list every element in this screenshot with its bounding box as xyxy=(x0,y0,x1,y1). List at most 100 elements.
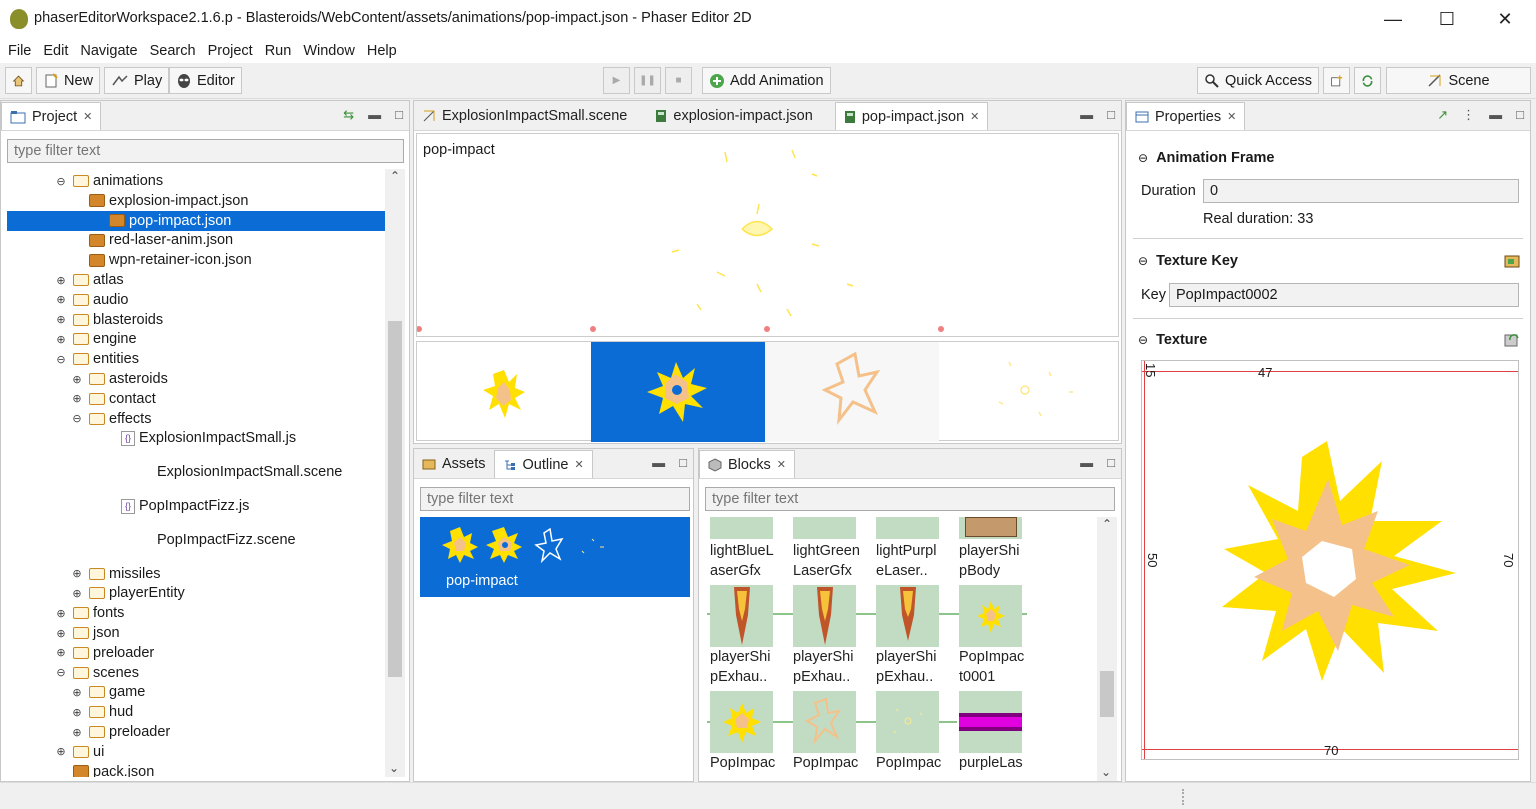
frame-thumbnail[interactable] xyxy=(939,342,1119,442)
minimize-pane-icon[interactable]: ▬ xyxy=(1080,107,1093,122)
section-texture-key[interactable]: ⊖ Texture Key xyxy=(1138,253,1238,269)
expand-icon[interactable]: ⊕ xyxy=(55,646,67,659)
maximize-pane-icon[interactable]: □ xyxy=(395,107,403,123)
maximize-pane-icon[interactable]: □ xyxy=(1107,455,1115,470)
tree-item[interactable]: ⊖ animations xyxy=(55,171,163,191)
collapse-icon[interactable]: ⊖ xyxy=(1138,151,1148,165)
scroll-up-icon[interactable]: ⌃ xyxy=(1097,517,1117,531)
tab-project[interactable]: Project ✕ xyxy=(1,102,102,130)
collapse-icon[interactable]: ⊖ xyxy=(55,353,67,366)
section-texture[interactable]: ⊖ Texture xyxy=(1138,332,1207,348)
quick-access-button[interactable]: Quick Access xyxy=(1197,67,1320,94)
menu-help[interactable]: Help xyxy=(367,43,397,59)
frame-thumbnail[interactable] xyxy=(417,342,591,442)
frame-thumbnail-selected[interactable] xyxy=(591,342,765,442)
expand-icon[interactable]: ⊕ xyxy=(71,587,83,600)
blocks-scrollbar[interactable]: ⌃ ⌄ xyxy=(1097,517,1117,781)
block-item[interactable]: PopImpac xyxy=(793,691,858,773)
tab-pop-impact-json[interactable]: pop-impact.json ✕ xyxy=(834,102,989,130)
tree-item[interactable]: ⊕ json xyxy=(55,623,119,643)
project-filter-input[interactable] xyxy=(7,139,404,163)
block-item[interactable]: lightGreenLaserGfx xyxy=(793,517,860,581)
menu-file[interactable]: File xyxy=(8,43,31,59)
tab-blocks[interactable]: Blocks ✕ xyxy=(699,450,795,478)
expand-icon[interactable]: ⊕ xyxy=(55,333,67,346)
expand-icon[interactable]: ⊕ xyxy=(71,706,83,719)
tree-item[interactable]: ⊕ contact xyxy=(71,389,155,409)
minimize-icon[interactable]: — xyxy=(1370,4,1416,34)
section-animation-frame[interactable]: ⊖ Animation Frame xyxy=(1138,150,1275,166)
tree-item[interactable]: ⊕ engine xyxy=(55,329,136,349)
frame-thumbnail[interactable] xyxy=(765,342,939,442)
scene-perspective-button[interactable]: Scene xyxy=(1386,67,1531,94)
anim-stop-button[interactable]: ■ xyxy=(665,67,692,94)
tree-item[interactable]: pop-impact.json xyxy=(7,210,385,231)
tree-item[interactable]: ⊕ missiles xyxy=(71,564,160,584)
close-tab-icon[interactable]: ✕ xyxy=(1227,110,1236,123)
tree-item[interactable]: {} PopImpactFizz.js xyxy=(103,496,249,516)
minimize-pane-icon[interactable]: ▬ xyxy=(1489,107,1502,123)
close-tab-icon[interactable]: ✕ xyxy=(83,110,92,123)
maximize-pane-icon[interactable]: □ xyxy=(1107,107,1115,122)
expand-icon[interactable]: ⊕ xyxy=(55,313,67,326)
view-menu-icon[interactable]: ⋮ xyxy=(1462,107,1475,123)
tree-item[interactable]: ⊕ fonts xyxy=(55,603,124,623)
close-tab-icon[interactable]: ✕ xyxy=(970,110,979,123)
texture-picker-icon[interactable] xyxy=(1504,254,1520,268)
play-button[interactable]: Play xyxy=(104,67,170,94)
scroll-thumb[interactable] xyxy=(1100,671,1114,717)
home-button[interactable] xyxy=(5,67,32,94)
tree-item[interactable]: ⊕ atlas xyxy=(55,270,123,290)
close-icon[interactable]: ✕ xyxy=(1482,4,1528,34)
collapse-icon[interactable]: ⊖ xyxy=(55,175,67,188)
expand-icon[interactable]: ⊕ xyxy=(55,627,67,640)
block-item[interactable]: purpleLas xyxy=(959,691,1023,773)
scroll-thumb[interactable] xyxy=(388,321,402,677)
key-input[interactable]: PopImpact0002 xyxy=(1169,283,1519,307)
scroll-down-icon[interactable]: ⌄ xyxy=(389,761,399,775)
collapse-icon[interactable]: ⊖ xyxy=(71,412,83,425)
tree-item[interactable]: ExplosionImpactSmall.scene xyxy=(157,462,342,482)
menu-project[interactable]: Project xyxy=(208,43,253,59)
tree-item[interactable]: ⊕ game xyxy=(71,682,145,702)
expand-icon[interactable]: ⊕ xyxy=(71,373,83,386)
expand-icon[interactable]: ⊕ xyxy=(71,567,83,580)
scroll-up-icon[interactable]: ⌃ xyxy=(385,169,405,183)
open-perspective-button[interactable] xyxy=(1323,67,1350,94)
tree-item[interactable]: ⊖ entities xyxy=(55,349,139,369)
tab-properties[interactable]: Properties ✕ xyxy=(1126,102,1246,130)
tree-item[interactable]: ⊖ effects xyxy=(71,409,151,429)
tree-item[interactable]: red-laser-anim.json xyxy=(71,230,233,250)
tree-item[interactable]: ⊕ hud xyxy=(71,702,133,722)
maximize-icon[interactable]: ☐ xyxy=(1424,4,1470,34)
minimize-pane-icon[interactable]: ▬ xyxy=(1080,455,1093,470)
block-item[interactable]: playerShipExhau.. xyxy=(876,585,939,687)
tree-item[interactable]: ⊕ audio xyxy=(55,290,128,310)
tree-item[interactable]: ⊕ playerEntity xyxy=(71,583,184,603)
add-animation-button[interactable]: Add Animation xyxy=(702,67,831,94)
block-item[interactable]: lightPurpleLaser.. xyxy=(876,517,939,581)
block-item[interactable]: lightBlueLaserGfx xyxy=(710,517,774,581)
block-item[interactable]: PopImpac xyxy=(710,691,775,773)
collapse-icon[interactable]: ⊖ xyxy=(55,666,67,679)
expand-icon[interactable]: ⊕ xyxy=(55,607,67,620)
minimize-pane-icon[interactable]: ▬ xyxy=(652,455,665,470)
menu-navigate[interactable]: Navigate xyxy=(80,43,137,59)
tree-item[interactable]: ⊕ blasteroids xyxy=(55,310,163,330)
tree-item[interactable]: ⊕ ui xyxy=(55,742,104,762)
new-button[interactable]: New xyxy=(36,67,101,94)
texture-preview[interactable]: 47 15 50 70 70 xyxy=(1141,360,1519,760)
tree-item[interactable]: ⊕ preloader xyxy=(55,643,154,663)
sync-button[interactable] xyxy=(1354,67,1381,94)
tree-item[interactable]: pack.json xyxy=(55,762,154,777)
expand-icon[interactable]: ⊕ xyxy=(71,392,83,405)
collapse-icon[interactable]: ⊖ xyxy=(1138,333,1148,347)
tree-item[interactable]: wpn-retainer-icon.json xyxy=(71,250,252,270)
duration-input[interactable]: 0 xyxy=(1203,179,1519,203)
maximize-pane-icon[interactable]: □ xyxy=(679,455,687,470)
menu-window[interactable]: Window xyxy=(303,43,355,59)
anim-pause-button[interactable]: ❚❚ xyxy=(634,67,661,94)
close-tab-icon[interactable]: ✕ xyxy=(777,458,786,471)
tree-item[interactable]: ⊖ scenes xyxy=(55,663,139,683)
block-item[interactable]: PopImpact0001 xyxy=(959,585,1024,687)
